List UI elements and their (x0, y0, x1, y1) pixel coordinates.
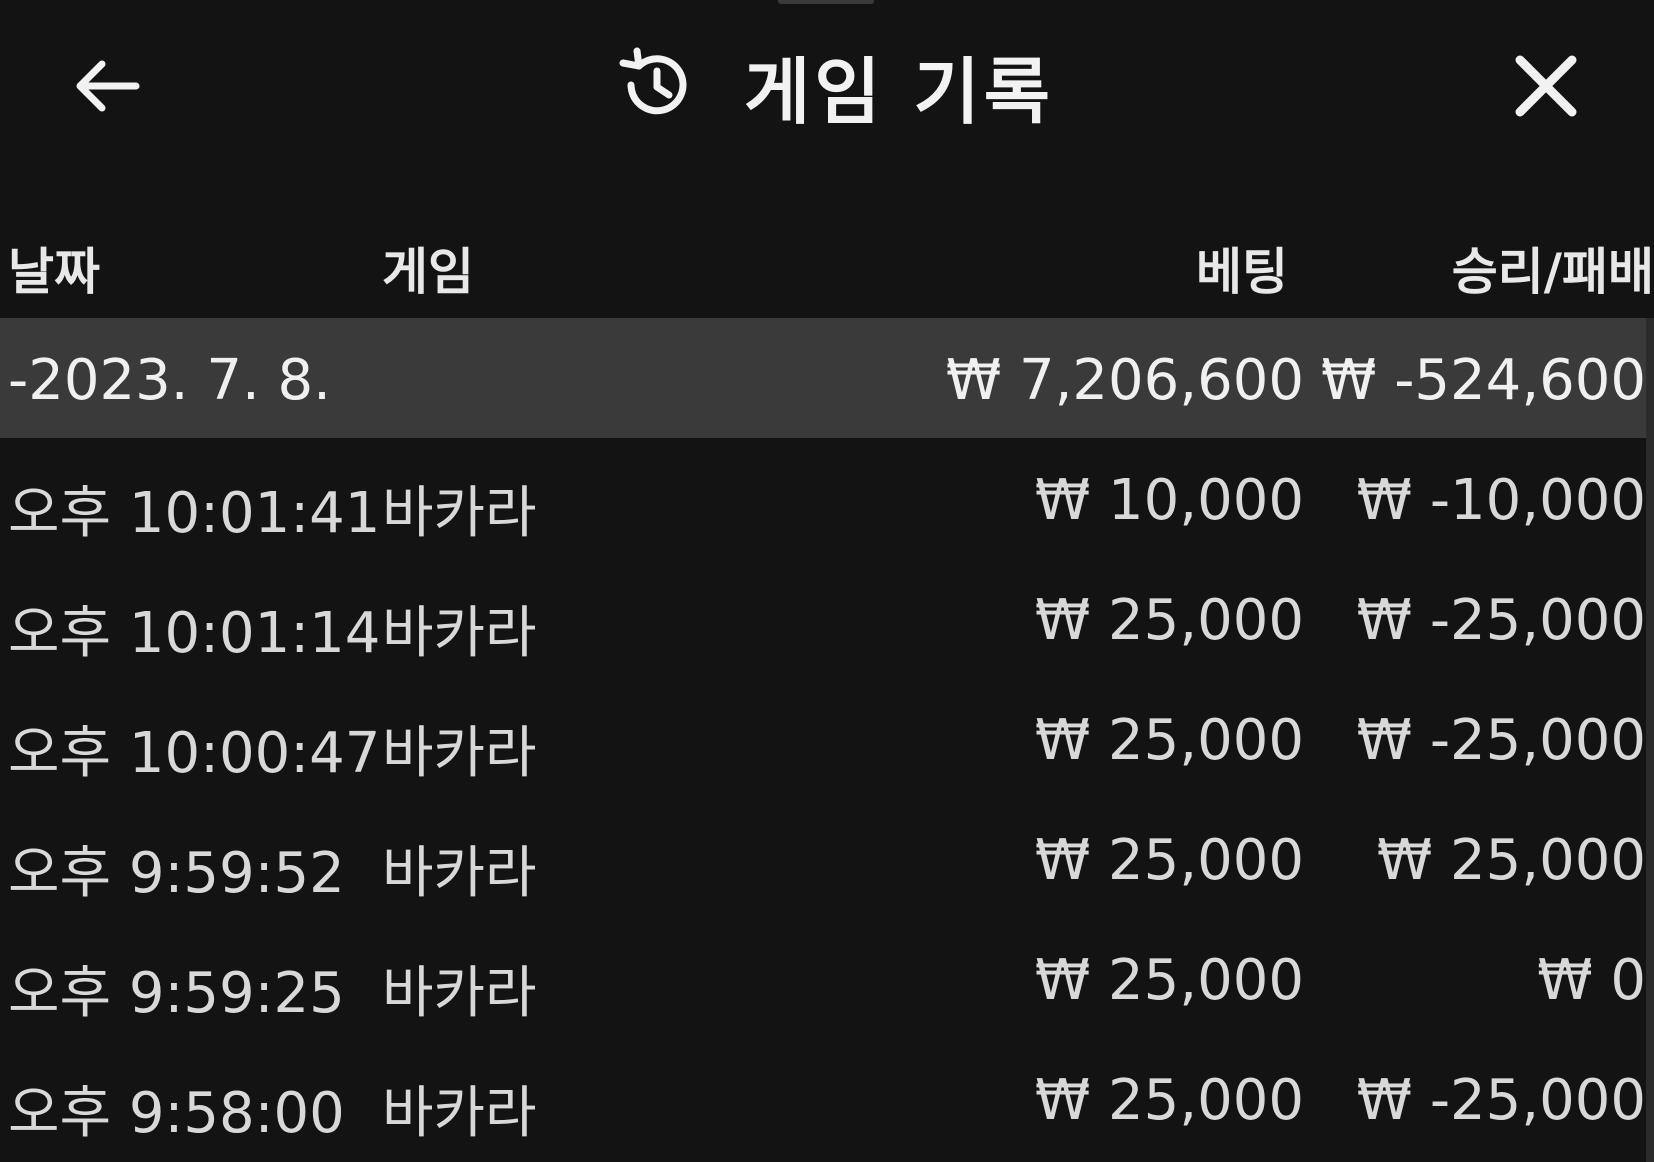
row-time: 오후 9:58:00 (8, 1081, 345, 1146)
row-bet: ₩ 25,000 (1034, 1068, 1304, 1133)
table-row[interactable]: 오후 9:59:52 바카라 ₩ 25,000 ₩ 25,000 (0, 798, 1654, 918)
close-button[interactable] (1502, 44, 1590, 128)
arrow-left-icon (76, 60, 140, 112)
header-bar: 게임 기록 (0, 0, 1654, 175)
row-game: 바카라 (382, 961, 537, 1026)
summary-result-total: ₩ -524,600 (1321, 348, 1646, 413)
row-game: 바카라 (382, 1081, 537, 1146)
row-bet: ₩ 25,000 (1034, 588, 1304, 653)
scrollbar[interactable] (1646, 318, 1654, 1162)
row-time: 오후 10:01:41 (8, 481, 381, 546)
row-time: 오후 9:59:25 (8, 961, 345, 1026)
table-header: 날짜 게임 베팅 승리/패배 (0, 210, 1654, 310)
table-row[interactable]: 오후 9:59:25 바카라 ₩ 25,000 ₩ 0 (0, 918, 1654, 1038)
row-result: ₩ -25,000 (1356, 708, 1646, 773)
row-result: ₩ -10,000 (1356, 468, 1646, 533)
summary-date: -2023. 7. 8. (8, 348, 331, 413)
row-result: ₩ -25,000 (1356, 588, 1646, 653)
column-header-bet: 베팅 (1196, 243, 1288, 301)
page-title-group: 게임 기록 (612, 40, 1054, 134)
row-bet: ₩ 10,000 (1034, 468, 1304, 533)
row-bet: ₩ 25,000 (1034, 708, 1304, 773)
row-game: 바카라 (382, 481, 537, 546)
row-time: 오후 10:00:47 (8, 721, 381, 786)
row-result: ₩ 25,000 (1376, 828, 1646, 893)
row-result: ₩ 0 (1537, 948, 1646, 1013)
row-time: 오후 9:59:52 (8, 841, 345, 906)
row-result: ₩ -25,000 (1356, 1068, 1646, 1133)
table-row[interactable]: 오후 10:00:47 바카라 ₩ 25,000 ₩ -25,000 (0, 678, 1654, 798)
row-game: 바카라 (382, 841, 537, 906)
table-row[interactable]: 오후 10:01:41 바카라 ₩ 10,000 ₩ -10,000 (0, 438, 1654, 558)
summary-bet-total: ₩ 7,206,600 (945, 348, 1304, 413)
column-header-date: 날짜 (8, 243, 100, 301)
column-header-game: 게임 (382, 243, 474, 301)
row-bet: ₩ 25,000 (1034, 828, 1304, 893)
game-history-table[interactable]: -2023. 7. 8. ₩ 7,206,600 ₩ -524,600 오후 1… (0, 318, 1654, 1162)
table-row[interactable]: 오후 9:58:00 바카라 ₩ 25,000 ₩ -25,000 (0, 1038, 1654, 1158)
row-bet: ₩ 25,000 (1034, 948, 1304, 1013)
history-icon (612, 42, 698, 128)
row-game: 바카라 (382, 721, 537, 786)
row-game: 바카라 (382, 601, 537, 666)
back-button[interactable] (66, 48, 146, 124)
page-title: 게임 기록 (744, 49, 1055, 134)
close-icon (1515, 55, 1577, 117)
column-header-result: 승리/패배 (1451, 243, 1654, 301)
date-summary-row[interactable]: -2023. 7. 8. ₩ 7,206,600 ₩ -524,600 (0, 318, 1654, 438)
row-time: 오후 10:01:14 (8, 601, 381, 666)
table-row[interactable]: 오후 10:01:14 바카라 ₩ 25,000 ₩ -25,000 (0, 558, 1654, 678)
